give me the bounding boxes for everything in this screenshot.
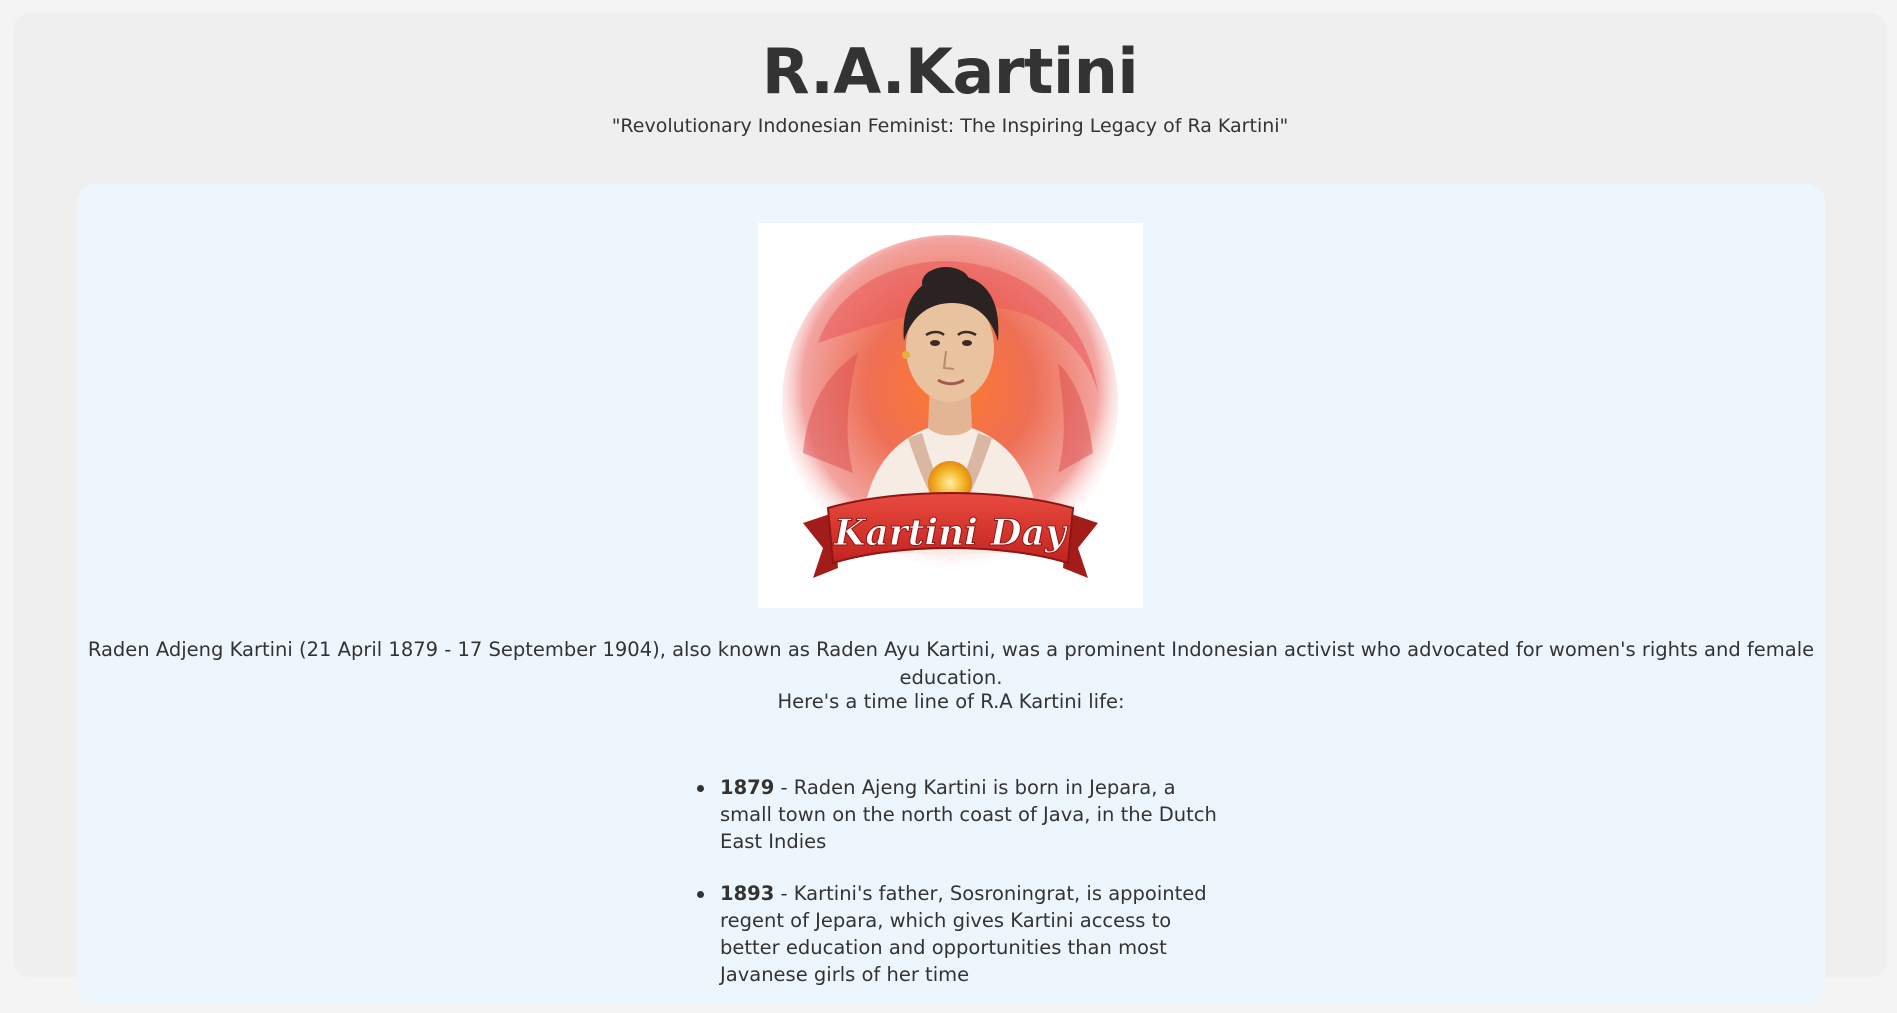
timeline-list: 1879 - Raden Ajeng Kartini is born in Je… — [697, 774, 1217, 1013]
timeline-text: - Raden Ajeng Kartini is born in Jepara,… — [720, 776, 1217, 853]
banner-text: Kartini Day — [833, 512, 1068, 554]
page-container: R.A.Kartini "Revolutionary Indonesian Fe… — [15, 15, 1885, 1004]
page-title: R.A.Kartini — [761, 35, 1139, 108]
timeline-text: - Kartini's father, Sosroningrat, is app… — [720, 882, 1207, 986]
intro-paragraph: Raden Adjeng Kartini (21 April 1879 - 17… — [87, 638, 1815, 689]
kartini-portrait-image: Kartini Day — [758, 223, 1143, 608]
content-card: Kartini Day Raden Adjeng Kartini (21 Apr… — [77, 184, 1825, 1004]
timeline-item: 1879 - Raden Ajeng Kartini is born in Je… — [697, 774, 1217, 855]
timeline-year: 1879 — [720, 776, 775, 799]
timeline-intro-text: Here's a time line of R.A Kartini life: — [777, 690, 1125, 713]
bullet-icon — [697, 891, 704, 898]
timeline-item: 1893 - Kartini's father, Sosroningrat, i… — [697, 880, 1217, 988]
timeline-year: 1893 — [720, 882, 775, 905]
bullet-icon — [697, 785, 704, 792]
page-subtitle: "Revolutionary Indonesian Feminist: The … — [611, 115, 1289, 137]
